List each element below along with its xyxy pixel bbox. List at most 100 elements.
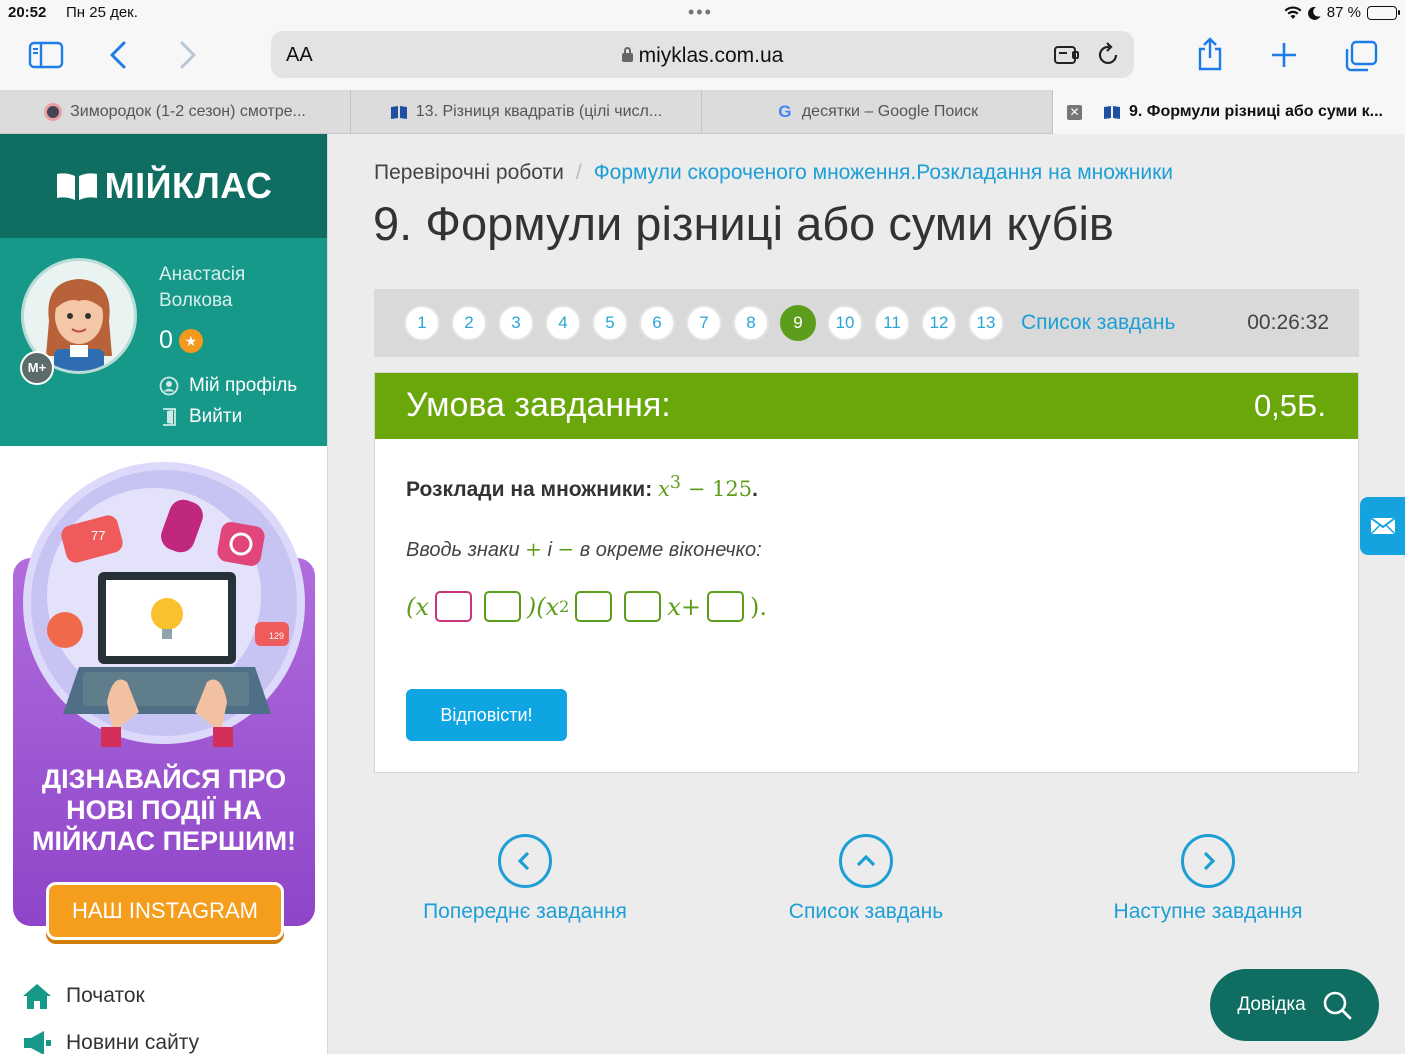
user-points: 0 ★ [159,326,203,355]
tab-1[interactable]: Зимородок (1-2 сезон) смотре... [0,90,351,134]
breadcrumb-root[interactable]: Перевірочні роботи [374,161,564,184]
user-last-name: Волкова [159,290,233,311]
next-task-label[interactable]: Наступне завдання [1114,900,1303,923]
tab-2[interactable]: 13. Різниця квадратів (цілі числ... [351,90,702,134]
prev-task-nav[interactable]: Попереднє завдання [395,834,655,924]
task-pager: 1 2 3 4 5 6 7 8 9 10 11 12 13 Список завдань 00:26:3… [374,289,1359,357]
list-nav[interactable]: Список завдань [736,834,996,924]
task-score: 0,5Б. [1253,388,1326,423]
task-card: Умова завдання: 0,5Б. Розклади на множни… [374,372,1359,773]
task-page-2[interactable]: 2 [451,305,487,341]
share-icon[interactable] [1196,37,1224,71]
task-question-label: Розклади на множники: [406,478,653,501]
battery-icon [1367,5,1400,20]
back-icon[interactable] [108,40,128,70]
logout-link[interactable]: Вийти [159,406,242,428]
sidebar-toggle-icon[interactable] [28,41,64,69]
answer-expression: (x )(x 2 x+ ). [406,591,767,622]
megaphone-icon [24,1031,51,1054]
logo-text: МІЙКЛАС [104,165,273,206]
book-favicon-icon [1104,106,1120,119]
expr-x-plus: x+ [667,592,702,621]
answer-input-3[interactable] [575,591,613,622]
list-label[interactable]: Список завдань [789,900,943,923]
premium-badge: M+ [20,351,54,385]
new-tab-icon[interactable] [1270,41,1298,69]
task-page-10[interactable]: 10 [827,305,863,341]
user-name: Анастасія Волкова [159,262,245,314]
status-date: Пн 25 дек. [66,4,138,21]
help-button[interactable]: Довідка [1210,969,1379,1041]
task-page-4[interactable]: 4 [545,305,581,341]
site-logo[interactable]: МІЙКЛАС [0,134,327,238]
help-label: Довідка [1237,994,1306,1015]
sidebar: МІЙКЛАС M+ Анастасія Волкова 0 ★ Мій про… [0,134,328,1054]
laptop-illustration-icon: 77 129 [47,499,289,747]
task-page-6[interactable]: 6 [639,305,675,341]
task-page-3[interactable]: 3 [498,305,534,341]
task-page-11[interactable]: 11 [874,305,910,341]
tab-4-label: 9. Формули різниці або суми к... [1129,103,1383,120]
tab-4-active[interactable]: ✕ 9. Формули різниці або суми к... [1053,90,1405,134]
breadcrumb-separator: / [575,161,582,184]
address-bar[interactable]: AA miyklas.com.ua [271,31,1134,78]
task-page-7[interactable]: 7 [686,305,722,341]
task-list-link[interactable]: Список завдань [1021,311,1175,335]
close-tab-icon[interactable]: ✕ [1067,105,1082,120]
status-right: 87 % [1284,4,1400,21]
hint-after: в окреме віконечко: [574,539,762,561]
feedback-mail-tab[interactable] [1360,497,1405,555]
status-time: 20:52 [8,4,47,21]
task-page-9[interactable]: 9 [780,305,816,341]
tab-3[interactable]: G десятки – Google Поиск [702,90,1053,134]
logout-label: Вийти [189,406,243,427]
chevron-up-icon[interactable] [839,834,893,888]
next-task-nav[interactable]: Наступне завдання [1078,834,1338,924]
answer-input-2[interactable] [483,591,521,622]
nav-item-news[interactable]: Новини сайту [22,1029,199,1054]
nav-item-home[interactable]: Початок [22,982,145,1010]
task-page-5[interactable]: 5 [592,305,628,341]
reload-icon[interactable] [1097,42,1121,68]
book-logo-icon [56,173,97,200]
task-page-12[interactable]: 12 [921,305,957,341]
instagram-button[interactable]: НАШ INSTAGRAM [46,882,284,940]
hint-mid: і [541,539,558,561]
expr-rest: − 125 [681,477,753,501]
google-favicon-icon: G [778,102,792,121]
answer-input-4[interactable] [624,591,662,622]
points-value: 0 [159,326,173,354]
task-card-header: Умова завдання: 0,5Б. [375,373,1358,439]
mail-icon [1369,517,1396,535]
user-first-name: Анастасія [159,264,246,285]
instagram-promo[interactable]: 77 129 ДІЗНАВАЙСЯ ПРО НОВІ ПОДІЇ НА МІЙК… [13,462,315,940]
chevron-right-icon[interactable] [1181,834,1235,888]
forward-icon[interactable] [178,40,198,70]
prev-task-label[interactable]: Попереднє завдання [423,900,627,923]
extension-icon[interactable] [1053,43,1081,67]
my-profile-link[interactable]: Мій профіль [159,375,297,397]
promo-text: ДІЗНАВАЙСЯ ПРО НОВІ ПОДІЇ НА МІЙКЛАС ПЕР… [31,764,297,856]
task-expression: x3 − 125 [658,473,753,501]
page-title: 9. Формули різниці або суми кубів [373,197,1114,250]
task-page-8[interactable]: 8 [733,305,769,341]
task-page-13[interactable]: 13 [968,305,1004,341]
user-profile: M+ Анастасія Волкова 0 ★ Мій профіль Вий… [0,238,327,446]
hint-minus: − [557,537,575,561]
cartoon-favicon-icon [44,103,63,121]
tabs-overview-icon[interactable] [1344,40,1378,72]
book-favicon-icon [390,106,407,119]
battery-percent: 87 % [1326,4,1361,21]
answer-button[interactable]: Відповісти! [406,689,567,741]
expr-mid: )(x [526,592,560,621]
status-bar: 20:52 Пн 25 дек. ••• 87 % [0,0,1405,28]
breadcrumb-topic-link[interactable]: Формули скороченого множення.Розкладання… [594,161,1173,184]
nav-home-label: Початок [66,984,145,1007]
chevron-left-icon[interactable] [498,834,552,888]
task-page-1[interactable]: 1 [404,305,440,341]
multitask-dots-icon[interactable]: ••• [688,2,713,23]
timer: 00:26:32 [1247,311,1329,334]
answer-input-1[interactable] [434,591,472,622]
expr-close: ). [750,592,768,621]
answer-input-5[interactable] [707,591,745,622]
